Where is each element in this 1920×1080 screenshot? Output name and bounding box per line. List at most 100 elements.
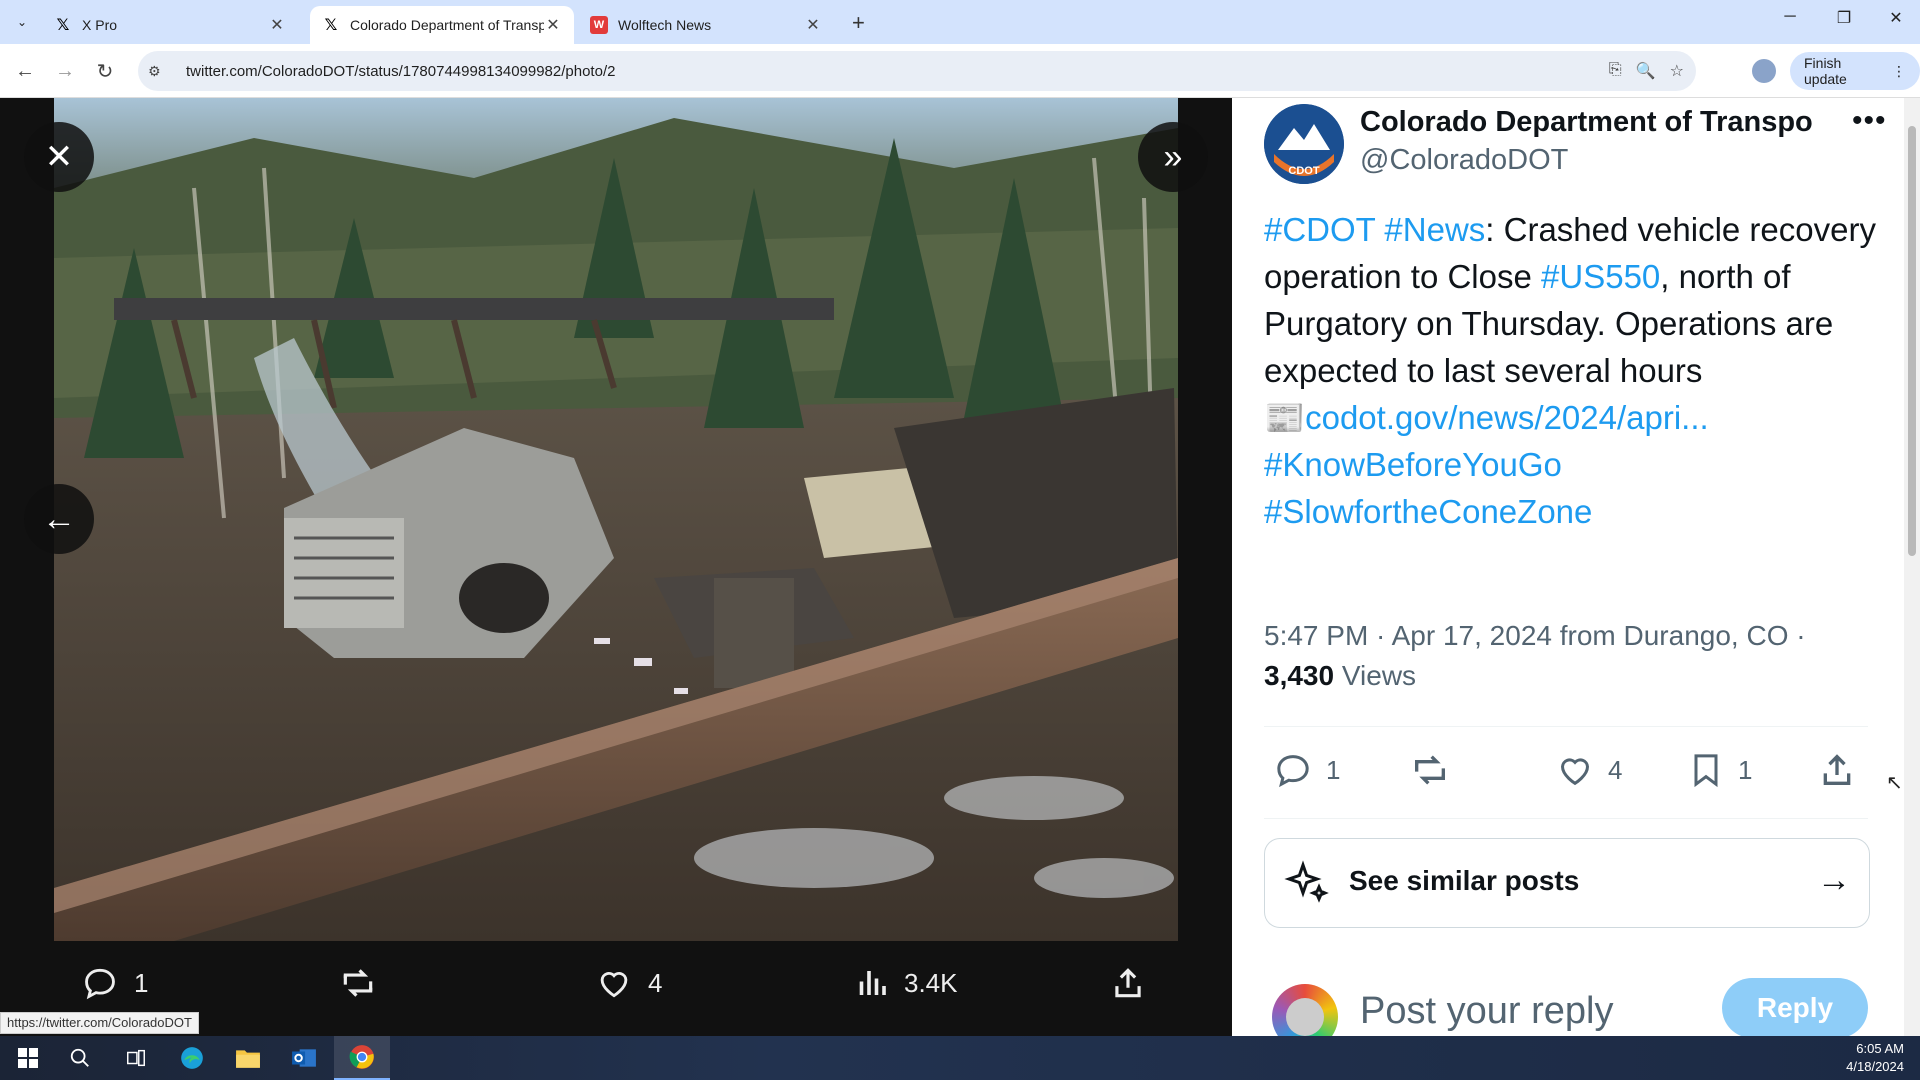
heart-icon bbox=[1560, 758, 1590, 786]
windows-taskbar: 6:05 AM 4/18/2024 bbox=[0, 1036, 1920, 1080]
x-icon: 𝕏 bbox=[56, 17, 70, 34]
panel-scrollbar[interactable] bbox=[1904, 98, 1920, 1036]
media-like-button[interactable]: 4 bbox=[594, 964, 662, 1002]
media-like-count: 4 bbox=[648, 967, 663, 998]
tab-x-pro[interactable]: 𝕏 X Pro ✕ bbox=[42, 6, 298, 44]
finish-update-label: Finish update bbox=[1804, 55, 1847, 87]
author-handle[interactable]: @ColoradoDOT bbox=[1360, 144, 1568, 177]
profile-avatar-icon[interactable] bbox=[1752, 59, 1776, 83]
hashtag-link[interactable]: #SlowfortheConeZone bbox=[1264, 493, 1592, 530]
scrollbar-thumb[interactable] bbox=[1908, 126, 1916, 556]
start-windows-icon[interactable] bbox=[0, 1036, 56, 1080]
forward-icon[interactable]: → bbox=[52, 58, 78, 84]
task-view-icon[interactable] bbox=[108, 1036, 164, 1080]
tweet-action-bar: 1 4 1 bbox=[1264, 750, 1868, 796]
close-tab-icon[interactable]: ✕ bbox=[544, 15, 562, 35]
reload-icon[interactable]: ↻ bbox=[92, 58, 118, 84]
hashtag-link[interactable]: #US550 bbox=[1541, 258, 1660, 295]
repost-icon bbox=[1415, 755, 1445, 785]
wolftech-icon: W bbox=[590, 16, 608, 34]
views-count: 3,430 bbox=[1264, 660, 1335, 691]
window-close-icon[interactable]: ✕ bbox=[1876, 8, 1916, 28]
reply-submit-button[interactable]: Reply bbox=[1722, 978, 1868, 1036]
bookmark-count: 1 bbox=[1738, 754, 1753, 785]
system-clock[interactable]: 6:05 AM 4/18/2024 bbox=[1846, 1040, 1904, 1076]
chrome-icon[interactable] bbox=[334, 1036, 390, 1080]
new-tab-button[interactable]: + bbox=[852, 10, 865, 36]
previous-photo-button[interactable]: ← bbox=[24, 484, 94, 554]
media-share-button[interactable] bbox=[1108, 964, 1162, 1002]
close-tab-icon[interactable]: ✕ bbox=[804, 15, 822, 35]
news-link[interactable]: codot.gov/news/2024/apri... bbox=[1305, 399, 1709, 436]
media-repost-button[interactable] bbox=[336, 964, 394, 1002]
divider bbox=[1264, 726, 1868, 727]
see-similar-label: See similar posts bbox=[1349, 865, 1580, 896]
like-button[interactable]: 4 bbox=[1554, 750, 1622, 790]
close-viewer-button[interactable]: ✕ bbox=[24, 122, 94, 192]
reply-count: 1 bbox=[1326, 754, 1341, 785]
clock-time: 6:05 AM bbox=[1856, 1041, 1904, 1056]
install-app-icon[interactable]: ⎘ bbox=[1609, 61, 1622, 81]
views-label: Views bbox=[1334, 660, 1417, 691]
user-avatar bbox=[1272, 984, 1338, 1036]
back-icon[interactable]: ← bbox=[12, 58, 38, 84]
restore-icon[interactable]: ❐ bbox=[1824, 8, 1864, 28]
media-reply-count: 1 bbox=[134, 967, 149, 998]
search-icon[interactable] bbox=[52, 1036, 108, 1080]
more-options-icon[interactable]: ••• bbox=[1852, 104, 1887, 138]
tab-colorado-dot[interactable]: 𝕏 Colorado Department of Transp ✕ bbox=[310, 6, 574, 44]
zoom-icon[interactable]: 🔍 bbox=[1636, 61, 1656, 81]
tab-search-chevron-icon[interactable]: ⌄ bbox=[10, 10, 34, 34]
clock-date: 4/18/2024 bbox=[1846, 1059, 1904, 1074]
outlook-icon[interactable] bbox=[276, 1036, 332, 1080]
close-icon: ✕ bbox=[44, 138, 74, 176]
edge-browser-icon[interactable] bbox=[164, 1036, 220, 1080]
hashtag-link[interactable]: #CDOT bbox=[1264, 211, 1375, 248]
share-icon bbox=[1823, 754, 1851, 785]
share-icon bbox=[1115, 968, 1141, 998]
minimize-icon[interactable]: ─ bbox=[1770, 8, 1810, 26]
media-reply-button[interactable]: 1 bbox=[80, 964, 148, 1002]
newspaper-emoji-icon: 📰 bbox=[1264, 399, 1306, 436]
arrow-left-icon: ← bbox=[42, 499, 76, 538]
site-info-icon[interactable]: ⚙ bbox=[148, 63, 168, 80]
media-viewer: ✕ » ← 1 4 3.4K bbox=[0, 98, 1232, 1036]
tab-wolftech-news[interactable]: W Wolftech News ✕ bbox=[578, 6, 834, 44]
finish-update-button[interactable]: Finish update ⋮ bbox=[1790, 52, 1920, 90]
close-tab-icon[interactable]: ✕ bbox=[268, 15, 286, 35]
like-count: 4 bbox=[1608, 754, 1623, 785]
tab-title: Wolftech News bbox=[618, 17, 712, 33]
repost-button[interactable] bbox=[1408, 750, 1464, 790]
kebab-menu-icon: ⋮ bbox=[1892, 62, 1906, 79]
expand-panel-button[interactable]: » bbox=[1138, 122, 1208, 192]
tweet-photo bbox=[54, 98, 1178, 941]
double-chevron-right-icon: » bbox=[1163, 137, 1183, 176]
tab-bar: ⌄ 𝕏 X Pro ✕ 𝕏 Colorado Department of Tra… bbox=[0, 0, 1920, 44]
url-text: twitter.com/ColoradoDOT/status/178074499… bbox=[186, 62, 616, 80]
media-views-button[interactable]: 3.4K bbox=[854, 964, 958, 1002]
reply-button[interactable]: 1 bbox=[1272, 750, 1340, 790]
reply-input[interactable]: Post your reply bbox=[1360, 990, 1613, 1033]
reply-icon bbox=[1277, 755, 1309, 788]
tweet-meta: 5:47 PM · Apr 17, 2024 from Durango, CO … bbox=[1264, 616, 1864, 696]
repost-icon bbox=[343, 969, 373, 997]
status-bar-url: https://twitter.com/ColoradoDOT bbox=[0, 1012, 199, 1034]
bookmark-button[interactable]: 1 bbox=[1686, 750, 1752, 790]
see-similar-posts-button[interactable]: See similar posts → bbox=[1264, 838, 1870, 928]
hashtag-link[interactable]: #KnowBeforeYouGo bbox=[1264, 446, 1562, 483]
tab-title: X Pro bbox=[82, 17, 118, 33]
file-explorer-icon[interactable] bbox=[220, 1036, 276, 1080]
tweet-timestamp[interactable]: 5:47 PM · Apr 17, 2024 from Durango, CO … bbox=[1264, 620, 1806, 651]
bookmark-star-icon[interactable]: ☆ bbox=[1670, 61, 1684, 81]
tab-title: Colorado Department of Transp bbox=[350, 17, 544, 33]
author-avatar[interactable]: CDOT bbox=[1264, 104, 1344, 184]
address-bar[interactable]: ⚙ twitter.com/ColoradoDOT/status/1780744… bbox=[138, 51, 1696, 91]
hashtag-link[interactable]: #News bbox=[1384, 211, 1485, 248]
share-button[interactable] bbox=[1816, 750, 1870, 790]
tweet-detail-panel: CDOT Colorado Department of Transpo @Col… bbox=[1232, 98, 1920, 1036]
tweet-text: #CDOT #News: Crashed vehicle recovery op… bbox=[1264, 206, 1884, 535]
author-name[interactable]: Colorado Department of Transpo bbox=[1360, 106, 1815, 139]
media-view-count: 3.4K bbox=[904, 967, 958, 998]
arrow-right-icon: → bbox=[1817, 861, 1851, 899]
browser-toolbar: ← → ↻ ⚙ twitter.com/ColoradoDOT/status/1… bbox=[0, 44, 1920, 98]
